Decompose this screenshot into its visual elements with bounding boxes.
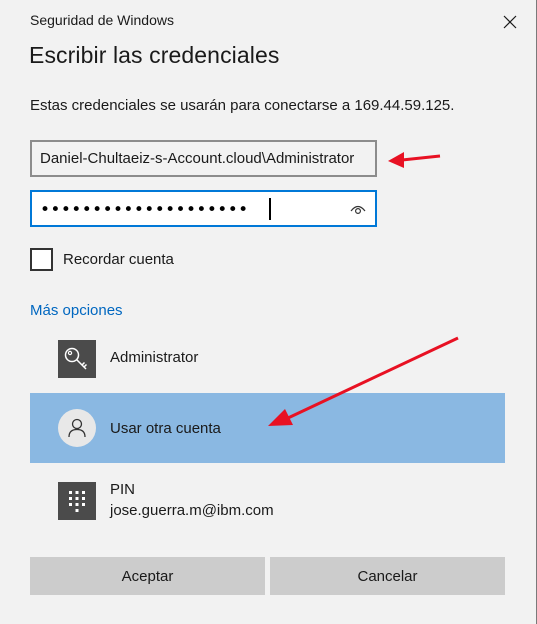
credentials-dialog: Seguridad de Windows Escribir las creden… bbox=[0, 0, 537, 624]
dialog-heading: Escribir las credenciales bbox=[29, 42, 280, 68]
account-tile bbox=[58, 482, 96, 520]
username-input[interactable] bbox=[32, 142, 375, 175]
username-field[interactable] bbox=[30, 140, 377, 177]
key-icon bbox=[64, 347, 88, 370]
password-field[interactable]: •••••••••••••••••••• bbox=[30, 190, 377, 227]
window-title: Seguridad de Windows bbox=[30, 12, 174, 28]
account-option-administrator[interactable]: Administrator bbox=[30, 335, 505, 383]
eye-icon[interactable] bbox=[349, 201, 367, 217]
remember-checkbox[interactable] bbox=[30, 248, 53, 271]
cancel-button[interactable]: Cancelar bbox=[270, 557, 505, 595]
more-options-link[interactable]: Más opciones bbox=[30, 302, 123, 319]
accept-button[interactable]: Aceptar bbox=[30, 557, 265, 595]
close-button[interactable] bbox=[496, 8, 524, 36]
account-label: PIN bbox=[110, 481, 136, 498]
text-caret bbox=[269, 198, 271, 220]
user-icon bbox=[68, 418, 86, 438]
account-label: Usar otra cuenta bbox=[110, 420, 221, 437]
account-option-other[interactable]: Usar otra cuenta bbox=[30, 393, 505, 463]
account-email: jose.guerra.m@ibm.com bbox=[110, 502, 274, 519]
close-icon bbox=[503, 15, 517, 29]
remember-label: Recordar cuenta bbox=[63, 251, 174, 268]
arrow-to-username bbox=[388, 152, 441, 168]
keypad-icon bbox=[69, 491, 85, 512]
account-option-pin[interactable]: PIN jose.guerra.m@ibm.com bbox=[30, 477, 505, 525]
avatar bbox=[58, 409, 96, 447]
password-input[interactable]: •••••••••••••••••••• bbox=[40, 200, 249, 220]
account-label: Administrator bbox=[110, 349, 199, 366]
dialog-description: Estas credenciales se usarán para conect… bbox=[30, 97, 455, 114]
remember-row[interactable]: Recordar cuenta bbox=[30, 248, 174, 271]
account-tile bbox=[58, 340, 96, 378]
